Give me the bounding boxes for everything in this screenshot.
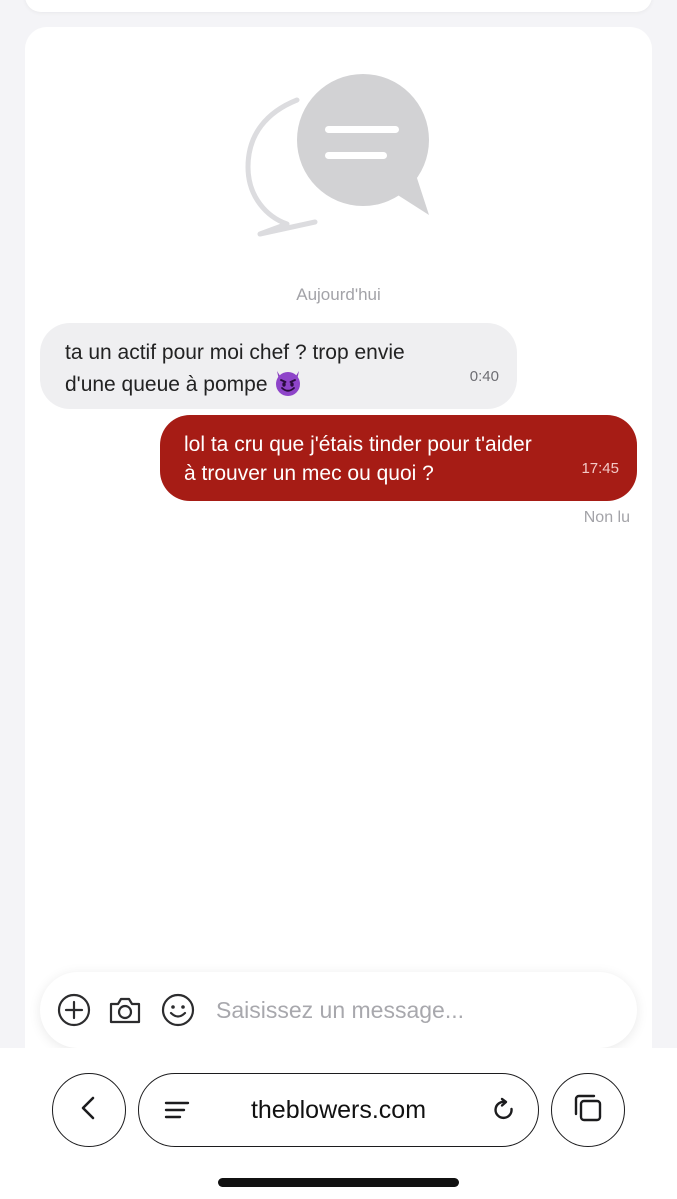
- message-text-line: lol ta cru que j'étais tinder pour t'aid…: [184, 433, 532, 456]
- plus-circle-icon[interactable]: [56, 992, 92, 1028]
- message-text-line: à trouver un mec ou quoi ?: [184, 462, 434, 485]
- browser-toolbar: theblowers.com: [0, 1048, 677, 1199]
- message-composer: [40, 972, 637, 1048]
- read-status: Non lu: [583, 509, 630, 526]
- message-bubble-outgoing[interactable]: lol ta cru que j'étais tinder pour t'aid…: [160, 415, 637, 501]
- message-input[interactable]: [216, 990, 616, 1030]
- address-bar[interactable]: theblowers.com: [138, 1073, 539, 1147]
- message-text-line: ta un actif pour moi chef ? trop envie: [65, 341, 405, 364]
- home-indicator: [218, 1178, 459, 1187]
- smiley-icon[interactable]: [160, 992, 196, 1028]
- day-separator: Aujourd'hui: [296, 285, 381, 304]
- reload-icon[interactable]: [490, 1096, 518, 1129]
- message-time: 0:40: [469, 368, 499, 385]
- previous-card: [25, 0, 652, 12]
- back-button[interactable]: [52, 1073, 126, 1147]
- menu-icon[interactable]: [163, 1096, 191, 1129]
- tabs-button[interactable]: [551, 1073, 625, 1147]
- message-text-line: d'une queue à pompe: [65, 373, 268, 396]
- camera-icon[interactable]: [107, 992, 143, 1028]
- message-bubble-incoming[interactable]: ta un actif pour moi chef ? trop envie d…: [40, 323, 517, 409]
- url-text[interactable]: theblowers.com: [199, 1096, 478, 1125]
- chat-bubbles-icon: [245, 72, 435, 242]
- message-time: 17:45: [581, 460, 619, 477]
- screen: Aujourd'hui ta un actif pour moi chef ? …: [0, 0, 677, 1199]
- chevron-left-icon: [74, 1093, 104, 1128]
- tabs-icon: [570, 1090, 606, 1131]
- smiling-imp-emoji-icon: [273, 367, 303, 397]
